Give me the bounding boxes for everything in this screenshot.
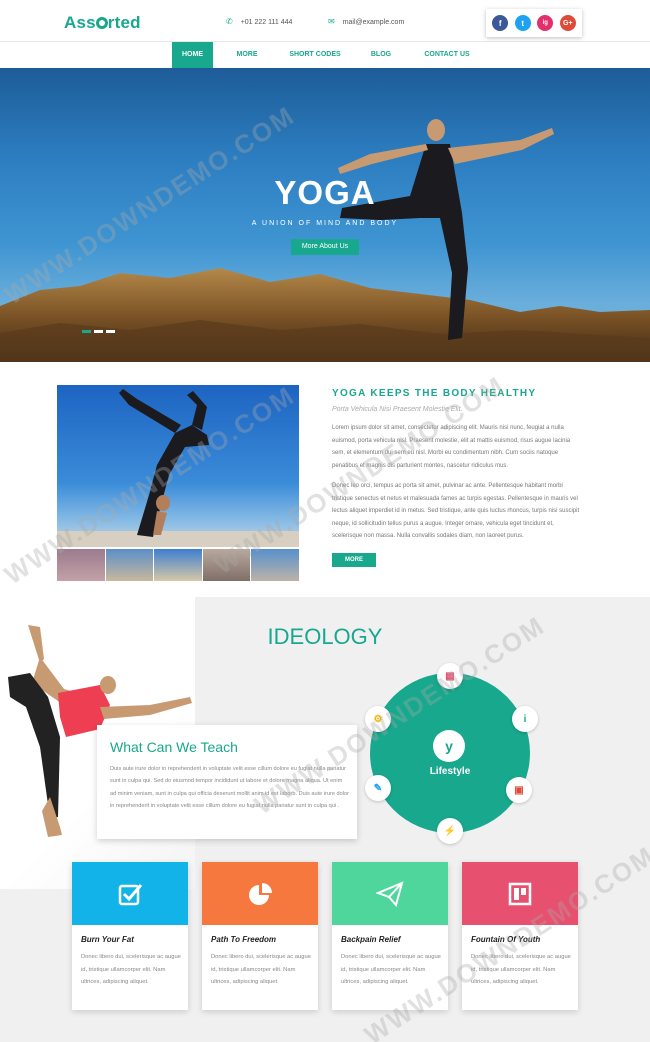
more-button[interactable]: MORE <box>332 553 376 567</box>
checkbox-icon <box>118 883 143 905</box>
card-title: Burn Your Fat <box>81 935 134 944</box>
mail-icon: ✉ <box>328 17 335 26</box>
logo-o-icon <box>95 17 108 29</box>
feature-card[interactable]: Fountain Of Youth Donec libero dui, scel… <box>462 862 578 1010</box>
card-header <box>202 862 318 925</box>
teach-title: What Can We Teach <box>110 739 238 755</box>
card-text: Donec libero dui, scelerisque ac augue i… <box>81 954 181 986</box>
card-text: Donec libero dui, scelerisque ac augue i… <box>341 954 441 986</box>
slider-dots <box>82 330 115 333</box>
bolt-icon[interactable]: ⚡ <box>437 818 463 844</box>
photo-thumbnails <box>57 549 299 581</box>
about-paragraph-2: Donec leo orci, tempus ac porta sit amet… <box>332 483 580 540</box>
trello-icon <box>508 882 532 905</box>
card-text: Donec libero dui, scelerisque ac augue i… <box>471 954 571 986</box>
thumbnail[interactable] <box>154 549 202 581</box>
thumbnail[interactable] <box>202 549 251 581</box>
paper-plane-icon <box>376 880 404 907</box>
hero-title: YOGA <box>274 174 376 211</box>
ideology-title: IDEOLOGY <box>267 624 383 649</box>
slider-dot[interactable] <box>94 330 103 333</box>
slider-dot[interactable] <box>106 330 115 333</box>
more-about-us-button[interactable]: More About Us <box>291 239 359 255</box>
hero-slider: YOGA A UNION OF MIND AND BODY More About… <box>0 68 650 362</box>
nav-home[interactable]: HOME <box>172 42 213 68</box>
card-title: Path To Freedom <box>211 935 277 944</box>
main-nav: HOME MORE SHORT CODES BLOG CONTACT US <box>0 42 650 68</box>
about-paragraph-1: Lorem ipsum dolor sit amet, consectetur … <box>332 425 571 469</box>
card-text: Donec libero dui, scelerisque ac augue i… <box>211 954 311 986</box>
hero-subtitle: A UNION OF MIND AND BODY <box>251 220 399 227</box>
top-bar: Ass rted ✆ +01 222 111 444 ✉ mail@example.c… <box>0 0 650 42</box>
feature-card[interactable]: Path To Freedom Donec libero dui, sceler… <box>202 862 318 1010</box>
teach-text: Duis aute irure dolor in reprehenderit i… <box>110 766 349 810</box>
about-title: YOGA KEEPS THE BODY HEALTHY <box>332 388 537 399</box>
email-contact[interactable]: ✉ mail@example.com <box>328 17 404 26</box>
card-header <box>72 862 188 925</box>
wheel-label: Lifestyle <box>429 766 471 777</box>
phone-contact: ✆ +01 222 111 444 <box>226 17 293 26</box>
instagram-icon[interactable]: ig <box>537 15 554 31</box>
social-links: f t ig G+ <box>486 9 582 37</box>
newspaper-icon[interactable]: ▦ <box>437 663 463 689</box>
file-image-icon[interactable]: ▣ <box>506 777 532 803</box>
about-subtitle: Porta Vehicula Nisi Praesent Molestie El… <box>332 406 463 413</box>
nav-short-codes[interactable]: SHORT CODES <box>284 42 346 68</box>
info-icon[interactable]: i <box>512 706 538 732</box>
card-header <box>462 862 578 925</box>
gear-icon[interactable]: ⚙ <box>365 706 391 732</box>
pencil-icon[interactable]: ✎ <box>365 775 391 801</box>
thumbnail[interactable] <box>57 549 105 581</box>
hero-image <box>0 119 650 362</box>
nav-contact-us[interactable]: CONTACT US <box>418 42 476 68</box>
twitter-icon[interactable]: t <box>514 15 531 31</box>
thumbnail[interactable] <box>105 549 154 581</box>
handstand-image <box>57 389 299 547</box>
yoga-photo <box>57 385 299 547</box>
slider-dot[interactable] <box>82 330 91 333</box>
card-title: Backpain Relief <box>341 935 401 944</box>
feature-card[interactable]: Burn Your Fat Donec libero dui, sceleris… <box>72 862 188 1010</box>
nav-more[interactable]: MORE <box>229 42 265 68</box>
nav-blog[interactable]: BLOG <box>364 42 398 68</box>
teach-card: What Can We Teach Duis aute irure dolor … <box>97 725 357 839</box>
phone-icon: ✆ <box>226 17 233 26</box>
card-title: Fountain Of Youth <box>471 935 541 944</box>
thumbnail[interactable] <box>251 549 299 581</box>
yoga-y-icon: y <box>433 730 465 762</box>
feature-card[interactable]: Backpain Relief Donec libero dui, sceler… <box>332 862 448 1010</box>
pie-chart-icon <box>249 882 272 905</box>
facebook-icon[interactable]: f <box>492 15 509 31</box>
logo[interactable]: Ass rted <box>64 13 141 33</box>
google-plus-icon[interactable]: G+ <box>559 15 576 31</box>
card-header <box>332 862 448 925</box>
